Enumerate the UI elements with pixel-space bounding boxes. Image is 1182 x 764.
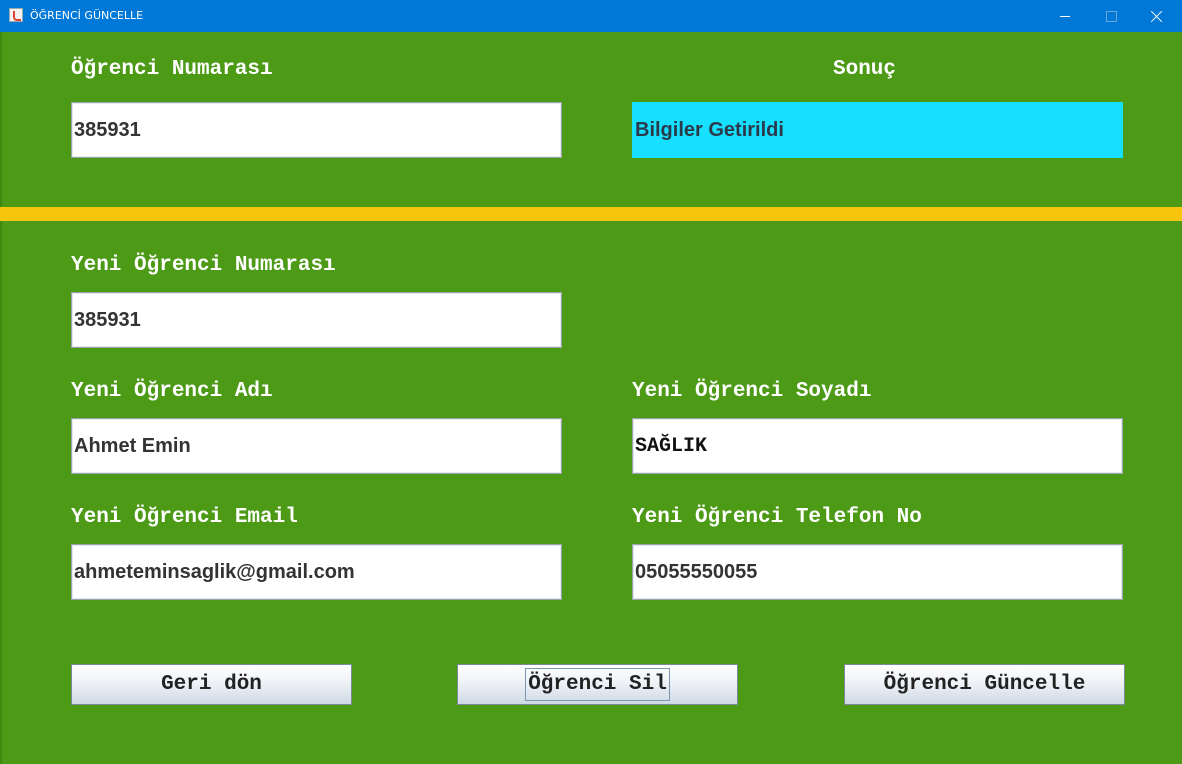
- new-student-number-input[interactable]: 385931: [71, 292, 562, 348]
- new-student-email-input[interactable]: ahmeteminsaglik@gmail.com: [71, 544, 562, 600]
- delete-student-button[interactable]: Öğrenci Sil: [457, 664, 738, 705]
- new-student-name-input[interactable]: Ahmet Emin: [71, 418, 562, 474]
- result-field: Bilgiler Getirildi: [632, 102, 1123, 158]
- delete-student-button-label: Öğrenci Sil: [525, 668, 670, 701]
- new-student-email-label: Yeni Öğrenci Email: [71, 506, 298, 529]
- window-title: ÖĞRENCİ GÜNCELLE: [30, 9, 144, 22]
- new-student-phone-label: Yeni Öğrenci Telefon No: [632, 506, 922, 529]
- new-student-phone-input[interactable]: 05055550055: [632, 544, 1123, 600]
- minimize-icon: [1060, 15, 1070, 17]
- maximize-button[interactable]: [1088, 0, 1134, 32]
- new-student-surname-label: Yeni Öğrenci Soyadı: [632, 380, 872, 403]
- java-app-icon: [9, 8, 23, 22]
- window-border: [0, 32, 2, 764]
- close-icon: [1151, 10, 1163, 22]
- back-button-label: Geri dön: [161, 673, 262, 696]
- title-bar: ÖĞRENCİ GÜNCELLE: [0, 0, 1182, 32]
- back-button[interactable]: Geri dön: [71, 664, 352, 705]
- student-number-input[interactable]: 385931: [71, 102, 562, 158]
- minimize-button[interactable]: [1042, 0, 1088, 32]
- maximize-icon: [1105, 10, 1117, 22]
- new-student-name-label: Yeni Öğrenci Adı: [71, 380, 273, 403]
- update-student-button[interactable]: Öğrenci Güncelle: [844, 664, 1125, 705]
- new-student-surname-input[interactable]: SAĞLIK: [632, 418, 1123, 474]
- student-number-label: Öğrenci Numarası: [71, 58, 273, 81]
- new-student-number-label: Yeni Öğrenci Numarası: [71, 254, 336, 277]
- section-divider: [0, 207, 1182, 221]
- close-button[interactable]: [1134, 0, 1180, 32]
- update-student-button-label: Öğrenci Güncelle: [883, 673, 1086, 696]
- result-label: Sonuç: [833, 58, 897, 81]
